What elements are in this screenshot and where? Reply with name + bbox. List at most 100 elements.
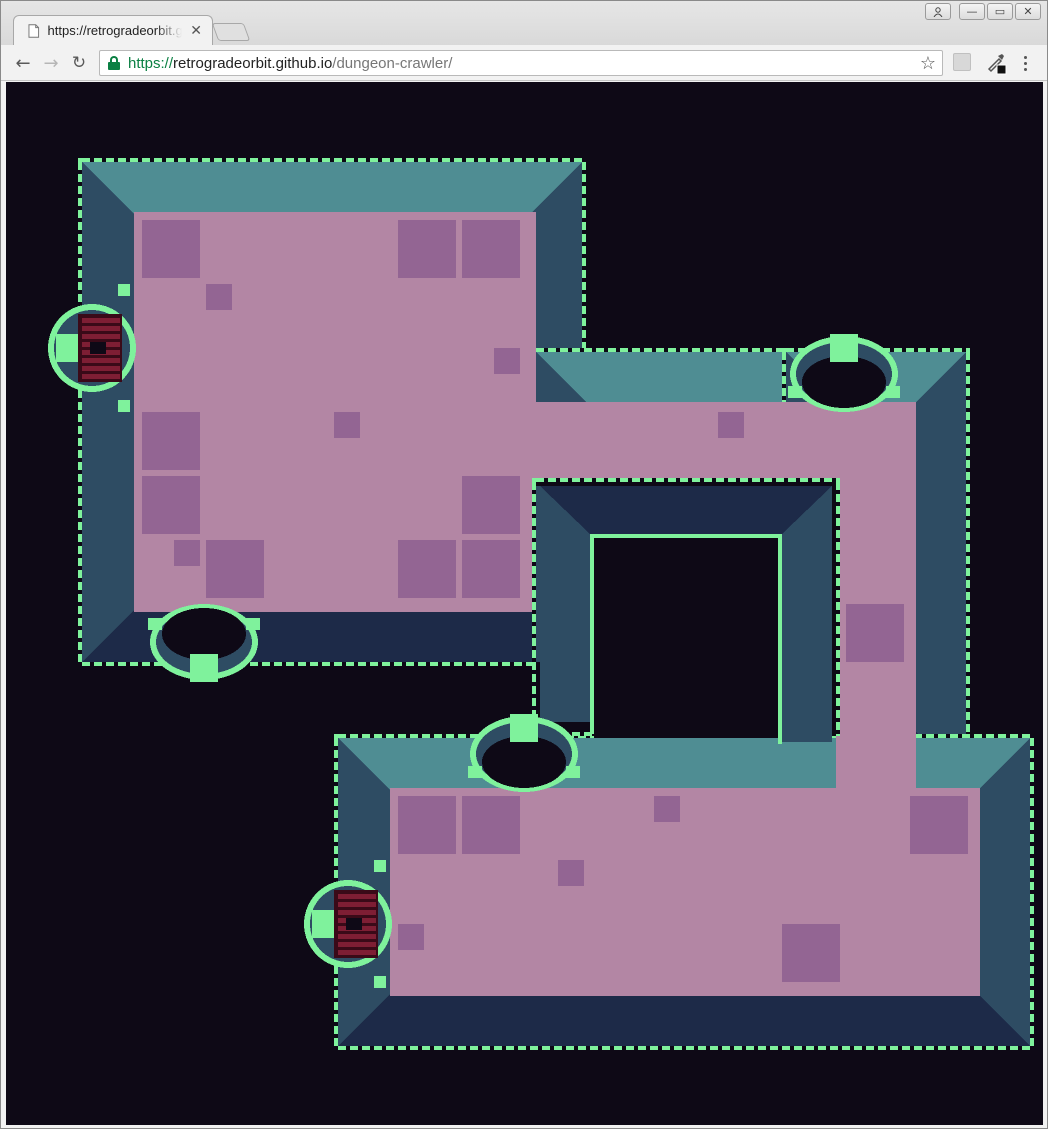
rim-gap <box>958 1046 962 1050</box>
door-knob <box>56 334 78 362</box>
floor-tile <box>398 220 456 278</box>
rim-gap <box>898 1046 902 1050</box>
star-icon[interactable]: ☆ <box>920 53 936 74</box>
rim-gap <box>966 360 970 364</box>
rim-gap <box>534 158 538 162</box>
rim-gap <box>318 158 322 162</box>
title-bar: https://retrogradeorbit.github.io/dungeo… <box>1 1 1047 45</box>
rim-gap <box>568 348 572 352</box>
floor-tile <box>334 412 360 438</box>
tab-active[interactable]: https://retrogradeorbit.github.io/dungeo… <box>13 15 213 45</box>
rim-gap <box>652 348 656 352</box>
minimize-icon[interactable]: — <box>959 3 985 20</box>
rim-gap <box>198 158 202 162</box>
rim-gap <box>742 1046 746 1050</box>
rim-gap <box>78 662 82 666</box>
rim-gap <box>378 662 382 666</box>
floor-tile <box>206 540 264 598</box>
extension-icon[interactable] <box>953 53 971 71</box>
dungeon-map[interactable] <box>6 82 1043 1125</box>
rim-gap <box>114 662 118 666</box>
door-bar <box>82 374 120 379</box>
door-bar <box>338 934 376 939</box>
rim-gap <box>778 1046 782 1050</box>
rim-gap <box>438 662 442 666</box>
floor-tile <box>206 284 232 310</box>
rim-gap <box>628 348 632 352</box>
rim-gap <box>78 446 82 450</box>
rim-gap <box>334 1034 338 1038</box>
rim-gap <box>532 670 536 674</box>
rim-gap <box>114 158 118 162</box>
rim-gap <box>334 794 338 798</box>
address-bar[interactable]: https://retrogradeorbit.github.io/dungeo… <box>99 50 943 76</box>
arch-keystone <box>190 654 218 682</box>
rim-gap <box>838 1046 842 1050</box>
rim-gap <box>1030 902 1034 906</box>
rim-gap <box>772 348 776 352</box>
floor-tile <box>718 412 744 438</box>
rim-gap <box>958 734 962 738</box>
rim-gap <box>366 662 370 666</box>
forward-arrow-icon[interactable]: → <box>39 51 63 75</box>
rim-gap <box>78 398 82 402</box>
floor-tile <box>494 348 520 374</box>
url-path: /dungeon-crawler/ <box>332 54 453 72</box>
back-arrow-icon[interactable]: ← <box>11 51 35 75</box>
rim-gap <box>78 458 82 462</box>
rim-gap <box>966 564 970 568</box>
rim-gap <box>354 662 358 666</box>
rim-gap <box>366 158 370 162</box>
rim-gap <box>748 478 752 482</box>
rim-gap <box>970 734 974 738</box>
rim-gap <box>78 278 82 282</box>
door-bar <box>82 318 120 323</box>
rim-gap <box>450 158 454 162</box>
maximize-icon[interactable]: ▭ <box>987 3 1013 20</box>
reload-icon[interactable]: ↻ <box>67 51 91 75</box>
rim-gap <box>1030 914 1034 918</box>
rim-gap <box>526 1046 530 1050</box>
rim-gap <box>186 158 190 162</box>
dungeon-canvas[interactable] <box>6 82 1043 1125</box>
rim-gap <box>966 408 970 412</box>
rim-gap <box>78 518 82 522</box>
rim-gap <box>836 586 840 590</box>
rim-gap <box>510 158 514 162</box>
eyedropper-icon[interactable] <box>985 51 1007 75</box>
rim-gap <box>796 478 800 482</box>
rim-gap <box>342 662 346 666</box>
kebab-menu-icon[interactable] <box>1017 51 1033 75</box>
floor-tile <box>846 604 904 662</box>
rim-gap <box>962 348 966 352</box>
profile-icon[interactable] <box>925 3 951 20</box>
game-viewport[interactable] <box>6 82 1043 1125</box>
rim-gap <box>490 1046 494 1050</box>
rim-gap <box>766 1046 770 1050</box>
rim-gap <box>406 1046 410 1050</box>
rim-gap <box>532 490 536 494</box>
rim-gap <box>724 478 728 482</box>
rim-gap <box>1018 734 1022 738</box>
rim-gap <box>532 646 536 650</box>
rim-gap <box>498 662 502 666</box>
close-window-icon[interactable]: ✕ <box>1015 3 1041 20</box>
rim-gap <box>836 670 840 674</box>
rim-gap <box>832 478 836 482</box>
rim-gap <box>934 734 938 738</box>
rim-gap <box>794 348 798 352</box>
rim-gap <box>808 478 812 482</box>
rim-gap <box>78 254 82 258</box>
rim-gap <box>78 578 82 582</box>
rim-gap <box>616 348 620 352</box>
tab-close-icon[interactable]: ✕ <box>190 22 202 39</box>
rim-gap <box>582 206 586 210</box>
rim-gap <box>556 478 560 482</box>
new-tab-button[interactable] <box>211 23 251 41</box>
rim-gap <box>78 650 82 654</box>
rim-gap <box>390 662 394 666</box>
rim-gap <box>836 646 840 650</box>
rim-gap <box>430 734 434 738</box>
rim-gap <box>836 622 840 626</box>
rim-gap <box>532 574 536 578</box>
